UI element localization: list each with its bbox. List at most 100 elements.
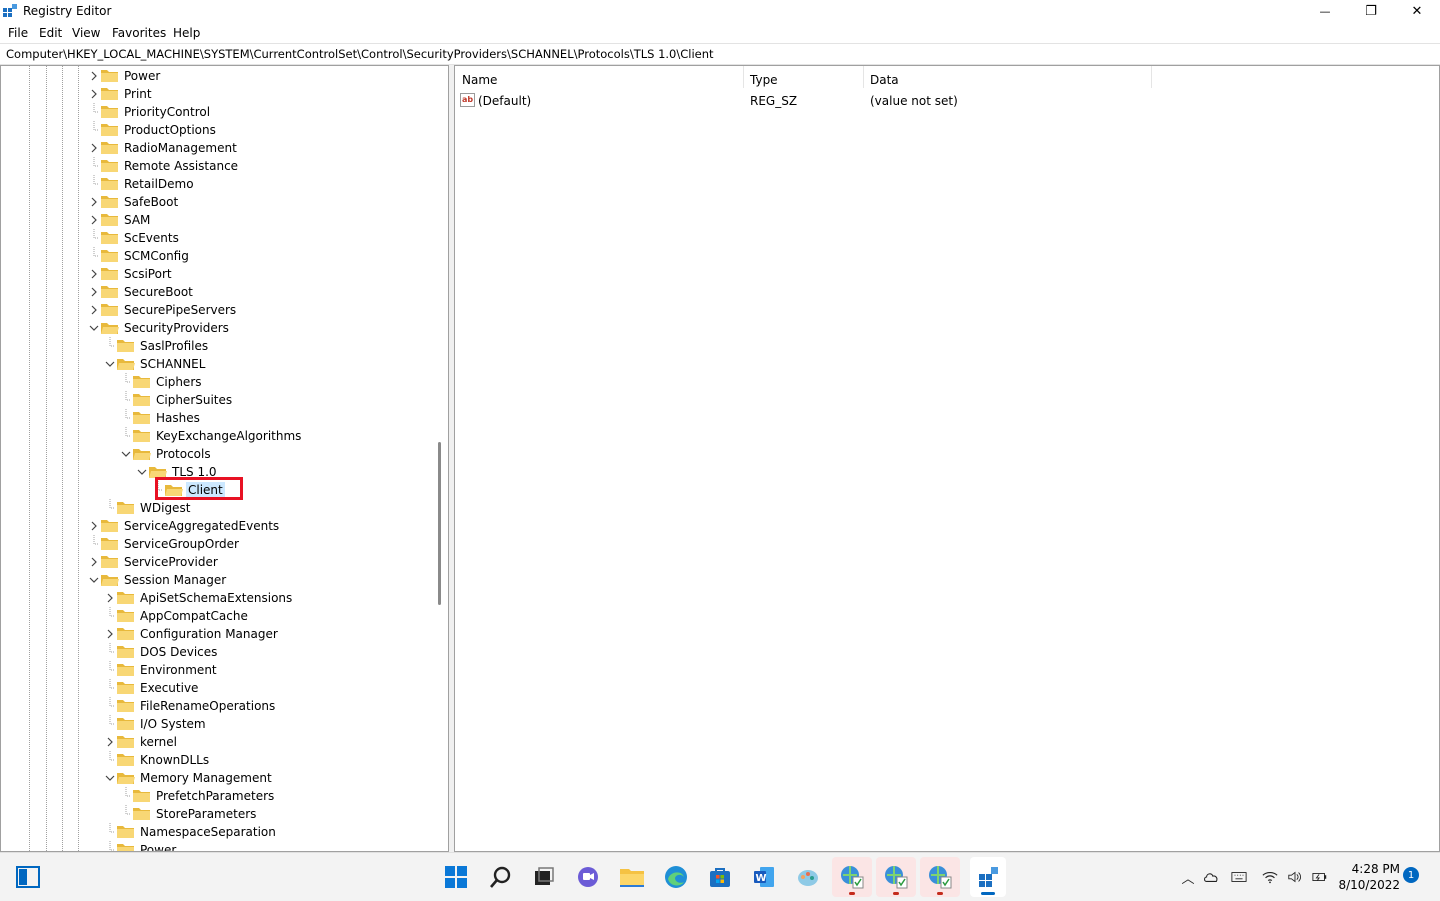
tree-item-label[interactable]: StoreParameters <box>154 806 258 822</box>
chevron-right-icon[interactable] <box>87 301 101 319</box>
tree-item-label[interactable]: SCMConfig <box>122 248 191 264</box>
close-button[interactable]: ✕ <box>1394 0 1440 22</box>
tree-item-scsiport[interactable]: ScsiPort <box>87 265 174 283</box>
chevron-right-icon[interactable] <box>103 589 117 607</box>
tree-item-label[interactable]: ProductOptions <box>122 122 218 138</box>
tree-item-secureboot[interactable]: SecureBoot <box>87 283 195 301</box>
tree-item-label[interactable]: SCHANNEL <box>138 356 207 372</box>
tree-item-productoptions[interactable]: ProductOptions <box>87 121 218 139</box>
tree-item-label[interactable]: KeyExchangeAlgorithms <box>154 428 303 444</box>
tree-item-serviceprovider[interactable]: ServiceProvider <box>87 553 220 571</box>
tree-item-prefetchparameters[interactable]: PrefetchParameters <box>119 787 276 805</box>
tree-item-label[interactable]: PrefetchParameters <box>154 788 276 804</box>
tree-item-retaildemo[interactable]: RetailDemo <box>87 175 196 193</box>
tree-item-executive[interactable]: Executive <box>103 679 200 697</box>
chevron-down-icon[interactable] <box>103 769 117 787</box>
taskbar-search-button[interactable] <box>487 863 515 891</box>
column-divider[interactable] <box>863 66 864 88</box>
tree-item-servicegrouporder[interactable]: ServiceGroupOrder <box>87 535 241 553</box>
tree-item-kernel[interactable]: kernel <box>103 733 179 751</box>
tree-item-saslprofiles[interactable]: SaslProfiles <box>103 337 210 355</box>
tree-item-label[interactable]: ScsiPort <box>122 266 174 282</box>
tree-scrollbar-thumb[interactable] <box>438 442 441 605</box>
maximize-button[interactable]: ❐ <box>1348 0 1394 22</box>
edge-button[interactable] <box>662 863 690 891</box>
keyboard-button[interactable] <box>1231 869 1247 885</box>
file-explorer-button[interactable] <box>618 863 646 891</box>
chevron-down-icon[interactable] <box>87 571 101 589</box>
onedrive-button[interactable] <box>1203 869 1219 885</box>
word-button[interactable]: W <box>750 863 778 891</box>
tree-item-label[interactable]: KnownDLLs <box>138 752 211 768</box>
tree-item-label[interactable]: SafeBoot <box>122 194 180 210</box>
chevron-down-icon[interactable] <box>103 355 117 373</box>
chevron-right-icon[interactable] <box>87 517 101 535</box>
tree-item-label[interactable]: Power <box>138 842 178 851</box>
show-hidden-icons-button[interactable]: ︿ <box>1180 869 1196 887</box>
paint-button[interactable] <box>794 863 822 891</box>
tree-item-label[interactable]: ServiceGroupOrder <box>122 536 241 552</box>
start-button[interactable] <box>14 863 42 891</box>
tree-item-label[interactable]: Environment <box>138 662 219 678</box>
tree-item-securepipeservers[interactable]: SecurePipeServers <box>87 301 238 319</box>
tree-item-storeparameters[interactable]: StoreParameters <box>119 805 258 823</box>
column-header-type[interactable]: Type <box>750 73 778 87</box>
network-tool-button-1[interactable] <box>832 857 872 897</box>
tree-item-label[interactable]: SecureBoot <box>122 284 195 300</box>
tree-item-scevents[interactable]: ScEvents <box>87 229 181 247</box>
chevron-right-icon[interactable] <box>87 553 101 571</box>
tree-item-label[interactable]: FileRenameOperations <box>138 698 277 714</box>
volume-button[interactable] <box>1287 869 1303 885</box>
tree-item-sam[interactable]: SAM <box>87 211 152 229</box>
tree-item-label[interactable]: AppCompatCache <box>138 608 250 624</box>
tree-item-label[interactable]: WDigest <box>138 500 192 516</box>
tree-item-label[interactable]: Memory Management <box>138 770 274 786</box>
tree-item-label[interactable]: DOS Devices <box>138 644 219 660</box>
tree-item-label[interactable]: ApiSetSchemaExtensions <box>138 590 294 606</box>
tree-item-label[interactable]: Hashes <box>154 410 202 426</box>
tree-item-label[interactable]: ServiceAggregatedEvents <box>122 518 281 534</box>
column-header-data[interactable]: Data <box>870 73 899 87</box>
minimize-button[interactable]: — <box>1302 0 1348 22</box>
tree-item-hashes[interactable]: Hashes <box>119 409 202 427</box>
tree-item-environment[interactable]: Environment <box>103 661 219 679</box>
chevron-right-icon[interactable] <box>87 139 101 157</box>
menu-file[interactable]: File <box>8 26 28 40</box>
tree-item-remote-assistance[interactable]: Remote Assistance <box>87 157 240 175</box>
chevron-down-icon[interactable] <box>119 445 133 463</box>
tree-item-label[interactable]: SecurityProviders <box>122 320 231 336</box>
tree-item-schannel[interactable]: SCHANNEL <box>103 355 207 373</box>
tree-item-label[interactable]: Ciphers <box>154 374 204 390</box>
column-divider[interactable] <box>743 66 744 88</box>
tree-item-securityproviders[interactable]: SecurityProviders <box>87 319 231 337</box>
column-header-name[interactable]: Name <box>462 73 497 87</box>
chevron-right-icon[interactable] <box>87 85 101 103</box>
tree-item-label[interactable]: PriorityControl <box>122 104 212 120</box>
tree-item-dos-devices[interactable]: DOS Devices <box>103 643 219 661</box>
tree-item-session-manager[interactable]: Session Manager <box>87 571 228 589</box>
tree-item-label[interactable]: kernel <box>138 734 179 750</box>
value-row[interactable]: ab (Default) REG_SZ (value not set) <box>455 90 1435 110</box>
tree-item-prioritycontrol[interactable]: PriorityControl <box>87 103 212 121</box>
tree-item-label[interactable]: CipherSuites <box>154 392 234 408</box>
tree-item-filerenameoperations[interactable]: FileRenameOperations <box>103 697 277 715</box>
tree-item-label[interactable]: Executive <box>138 680 200 696</box>
battery-button[interactable] <box>1312 869 1328 885</box>
tree-item-label[interactable]: NamespaceSeparation <box>138 824 278 840</box>
tree-item-serviceaggregatedevents[interactable]: ServiceAggregatedEvents <box>87 517 281 535</box>
tree-item-label[interactable]: Remote Assistance <box>122 158 240 174</box>
tree-item-memory-management[interactable]: Memory Management <box>103 769 274 787</box>
address-path[interactable]: Computer\HKEY_LOCAL_MACHINE\SYSTEM\Curre… <box>6 47 714 61</box>
tree-item-configuration-manager[interactable]: Configuration Manager <box>103 625 280 643</box>
chevron-down-icon[interactable] <box>135 463 149 481</box>
tree-item-appcompatcache[interactable]: AppCompatCache <box>103 607 250 625</box>
clock[interactable]: 4:28 PM 8/10/2022 <box>1338 861 1400 893</box>
tree-item-label[interactable]: ServiceProvider <box>122 554 220 570</box>
chevron-right-icon[interactable] <box>87 67 101 85</box>
chevron-right-icon[interactable] <box>87 265 101 283</box>
tree-item-label[interactable]: SAM <box>122 212 152 228</box>
tree-item-apisetschemaextensions[interactable]: ApiSetSchemaExtensions <box>103 589 294 607</box>
tree-item-wdigest[interactable]: WDigest <box>103 499 192 517</box>
chat-button[interactable] <box>574 863 602 891</box>
tree-item-print[interactable]: Print <box>87 85 154 103</box>
